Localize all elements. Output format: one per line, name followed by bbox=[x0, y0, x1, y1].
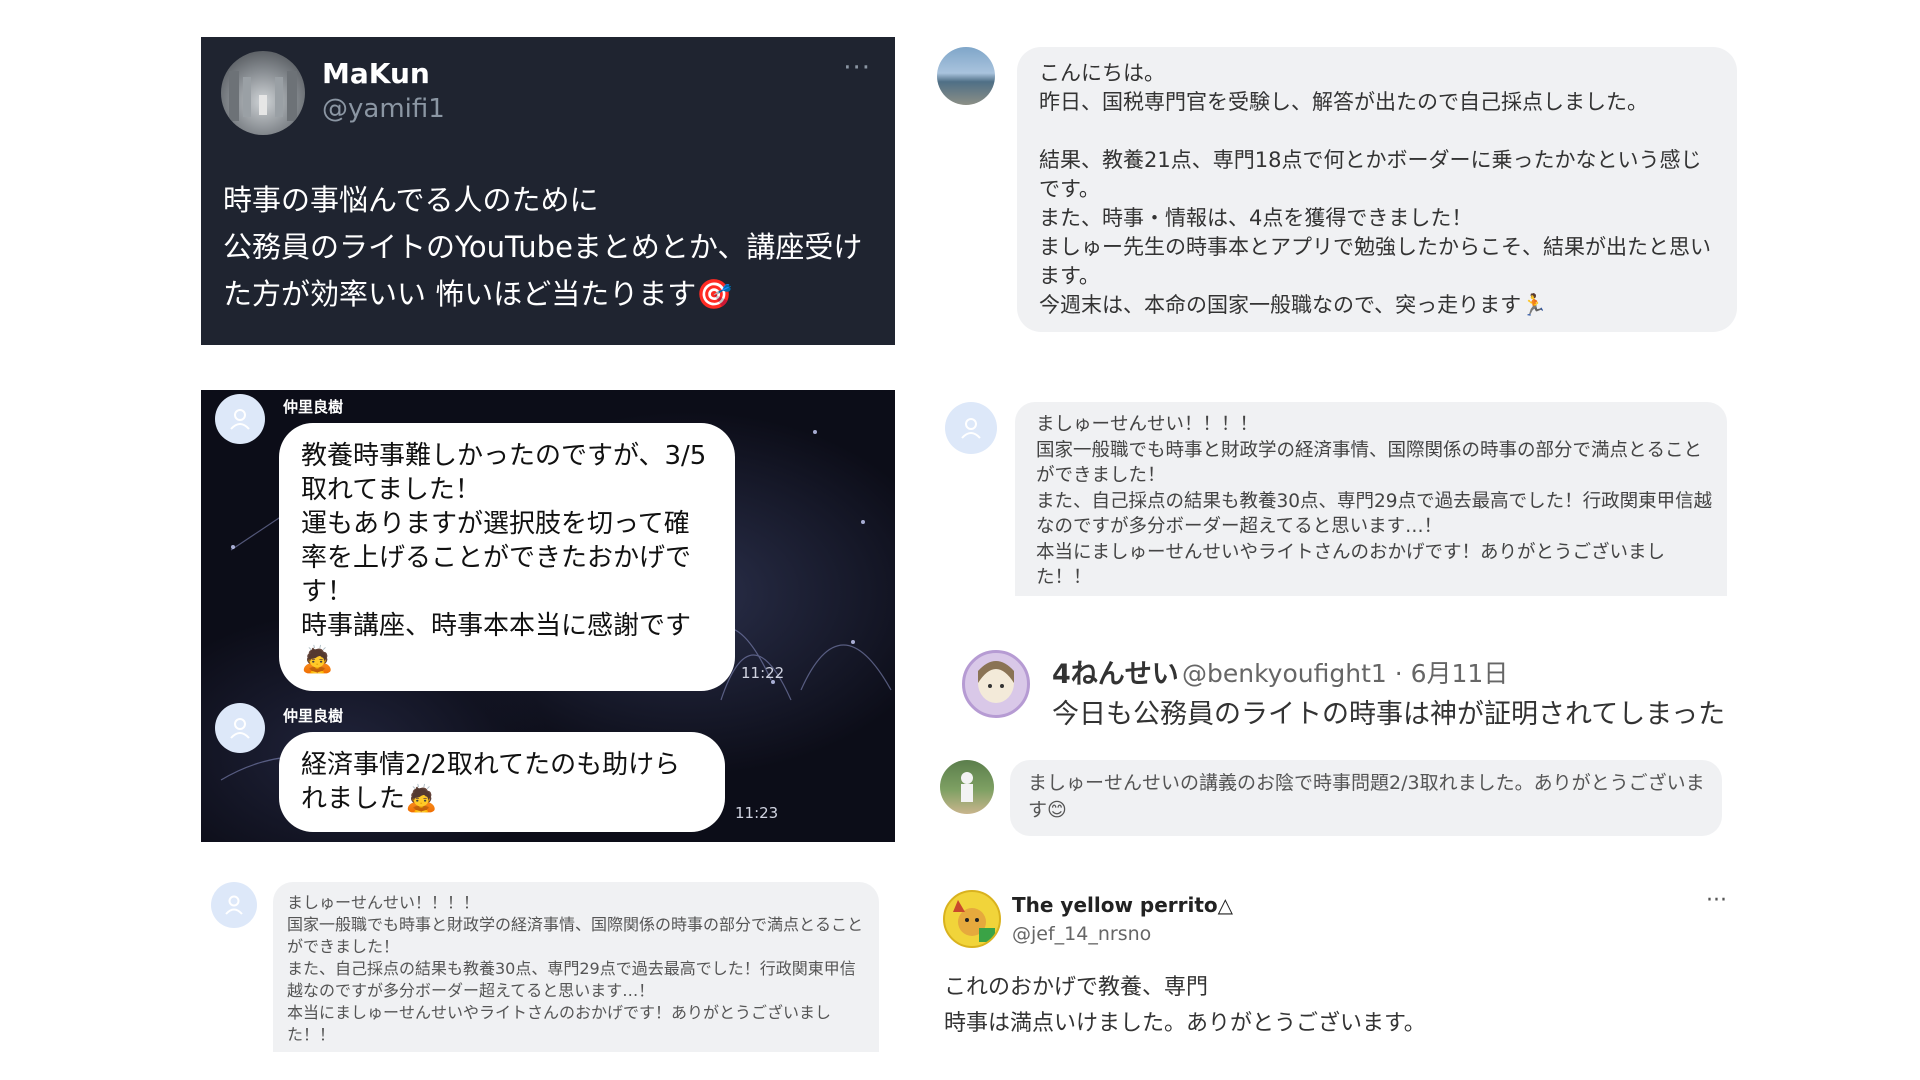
makun-tweet-card: MaKun @yamifi1 ··· 時事の事悩んでる人のために 公務員のライト… bbox=[201, 37, 895, 345]
makun-name[interactable]: MaKun bbox=[322, 57, 430, 90]
middle-right-comment-bubble: ましゅーせんせい！！！！ 国家一般職でも時事と財政学の経済事情、国際関係の時事の… bbox=[1015, 402, 1727, 596]
sea-photo-avatar[interactable] bbox=[937, 47, 995, 105]
benkyou-avatar[interactable] bbox=[962, 650, 1030, 718]
line-message-time: 11:23 bbox=[735, 804, 779, 822]
cartoon-dog-icon bbox=[953, 900, 995, 942]
top-right-comment-bubble: こんにちは。 昨日、国税専門官を受験し、解答が出たので自己採点しました。 結果、… bbox=[1017, 47, 1737, 332]
placeholder-avatar[interactable] bbox=[211, 882, 257, 928]
placeholder-avatar[interactable] bbox=[945, 402, 997, 454]
person-icon bbox=[225, 895, 243, 915]
perrito-name[interactable]: The yellow perrito△ bbox=[1012, 893, 1233, 917]
perrito-tweet-text: これのおかげで教養、専門 時事は満点いけました。ありがとうございます。 bbox=[944, 975, 1426, 1036]
baseball-photo-avatar[interactable] bbox=[940, 760, 994, 814]
perrito-avatar[interactable] bbox=[943, 890, 1001, 948]
baseball-comment-bubble: ましゅーせんせいの講義のお陰で時事問題2/3取れました。ありがとうございます😊 bbox=[1010, 760, 1722, 836]
bottom-left-comment-bubble: ましゅーせんせい！！！！ 国家一般職でも時事と財政学の経済事情、国際関係の時事の… bbox=[273, 882, 879, 1052]
bottom-left-comment-text: ましゅーせんせい！！！！ 国家一般職でも時事と財政学の経済事情、国際関係の時事の… bbox=[287, 893, 864, 1044]
makun-avatar[interactable] bbox=[221, 51, 305, 135]
person-icon bbox=[230, 718, 250, 739]
baseball-comment-text: ましゅーせんせいの講義のお陰で時事問題2/3取れました。ありがとうございます😊 bbox=[1028, 772, 1705, 821]
anime-character-icon bbox=[978, 661, 1014, 703]
benkyou-name[interactable]: 4ねんせい bbox=[1052, 652, 1179, 691]
makun-handle[interactable]: @yamifi1 bbox=[322, 94, 445, 124]
person-icon bbox=[961, 418, 981, 439]
makun-tweet-text: 時事の事悩んでる人のために 公務員のライトのYouTubeまとめとか、講座受けた… bbox=[223, 183, 863, 311]
perrito-handle[interactable]: @jef_14_nrsno bbox=[1012, 923, 1151, 945]
middle-right-comment-text: ましゅーせんせい！！！！ 国家一般職でも時事と財政学の経済事情、国際関係の時事の… bbox=[1036, 414, 1713, 588]
line-sender-name: 仲里良樹 bbox=[283, 398, 344, 416]
line-message-bubble: 経済事情2/2取れてたのも助けられました🙇 bbox=[279, 732, 725, 832]
baseball-player-icon bbox=[961, 772, 973, 802]
line-message-bubble: 教養時事難しかったのですが、3/5取れてました！ 運もありますが選択肢を切って確… bbox=[279, 423, 735, 691]
benkyou-handle-date[interactable]: @benkyoufight1 · 6月11日 bbox=[1182, 654, 1508, 690]
line-user-avatar[interactable] bbox=[215, 703, 265, 753]
line-message-time: 11:22 bbox=[741, 664, 785, 682]
top-right-comment-text: こんにちは。 昨日、国税専門官を受験し、解答が出たので自己採点しました。 結果、… bbox=[1039, 61, 1711, 317]
more-options-icon[interactable]: ··· bbox=[843, 53, 871, 83]
line-sender-name: 仲里良樹 bbox=[283, 707, 344, 725]
line-chat-screenshot: 仲里良樹 教養時事難しかったのですが、3/5取れてました！ 運もありますが選択肢… bbox=[201, 390, 895, 842]
benkyou-tweet-text: 今日も公務員のライトの時事は神が証明されてしまった bbox=[1052, 699, 1726, 730]
warehouse-photo-icon bbox=[229, 71, 297, 121]
line-user-avatar[interactable] bbox=[215, 394, 265, 444]
person-icon bbox=[230, 409, 250, 430]
more-options-icon[interactable]: ··· bbox=[1706, 888, 1727, 913]
